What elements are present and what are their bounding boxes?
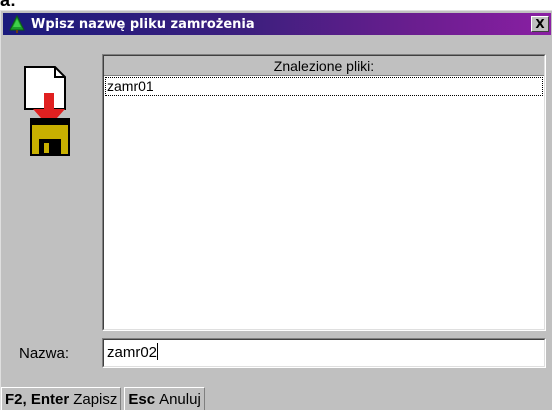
dialog-title: Wpisz nazwę pliku zamrożenia [31,16,255,32]
green-tree-icon [9,14,25,33]
text-caret [157,343,159,360]
name-input-value: zamr02 [107,344,158,361]
document-to-floppy-icon [24,66,70,156]
title-bar[interactable]: Wpisz nazwę pliku zamrożenia X [3,13,551,35]
top-strip: a: [0,0,552,10]
save-shortcut-action: Zapisz [73,390,118,408]
cancel-shortcut[interactable]: Esc Anuluj [124,387,205,410]
cancel-shortcut-key: Esc [128,390,156,408]
cancel-shortcut-action: Anuluj [159,390,201,408]
found-files-list[interactable]: Znalezione pliki: zamr01 [102,54,546,331]
list-header: Znalezione pliki: [104,56,544,76]
close-icon: X [535,17,545,31]
save-shortcut[interactable]: F2, Enter Zapisz [1,387,122,410]
name-input[interactable]: zamr02 [102,338,546,368]
save-shortcut-key: F2, Enter [5,390,70,408]
name-label: Nazwa: [19,345,70,362]
freeze-file-dialog: Wpisz nazwę pliku zamrożenia X Znalezion… [0,10,552,410]
list-item[interactable]: zamr01 [105,77,543,96]
status-bar: F2, Enter Zapisz Esc Anuluj [1,387,552,410]
close-button[interactable]: X [531,16,549,32]
